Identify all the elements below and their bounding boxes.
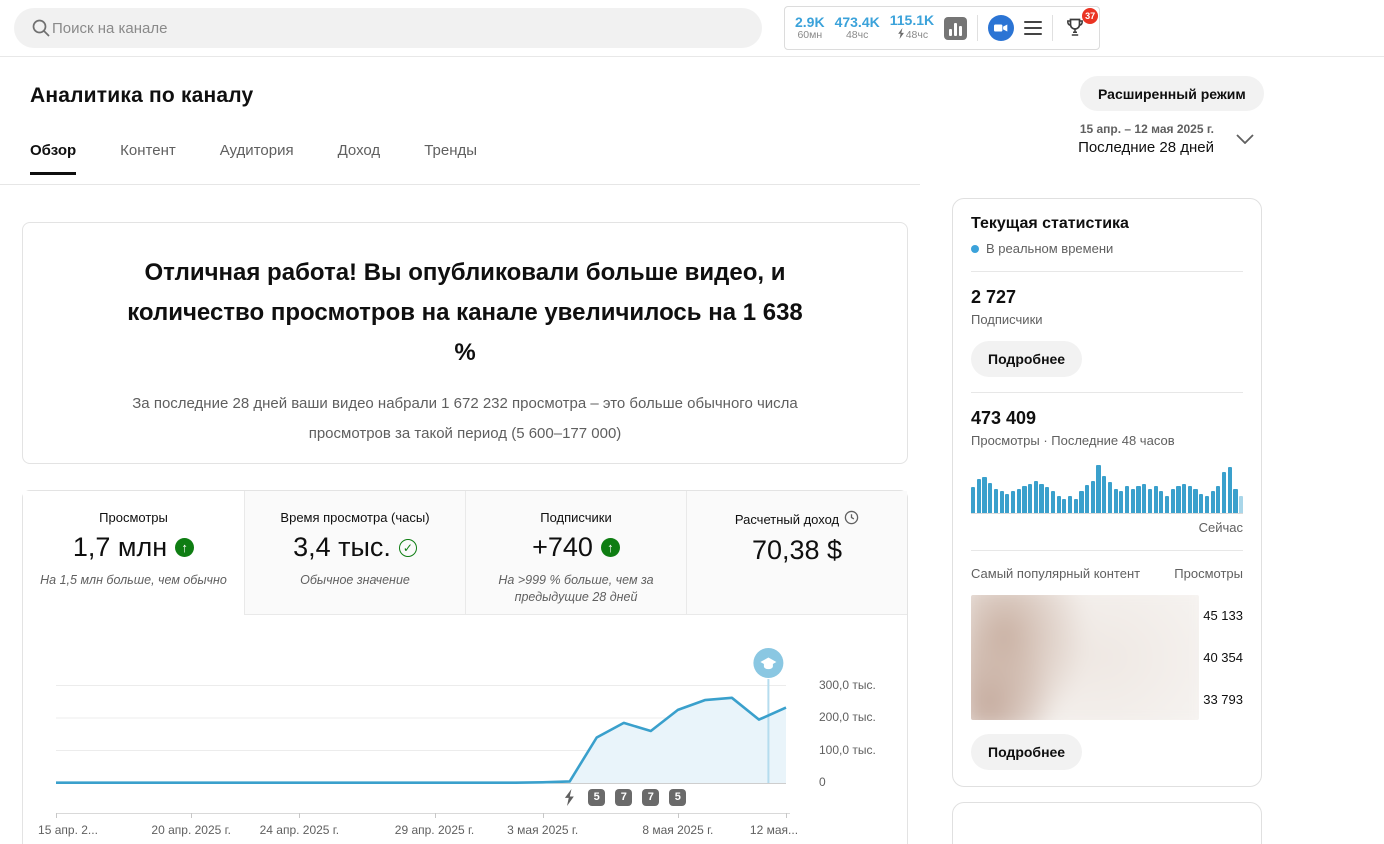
published-videos-badge[interactable]: 7 bbox=[642, 789, 659, 806]
separator bbox=[977, 15, 978, 41]
realtime-label: В реальном времени bbox=[986, 241, 1113, 256]
youtube-studio-analytics-page: 2.9K 60мн 473.4K 48чс 115.1K 48чс bbox=[0, 0, 1384, 844]
top-content-views-header: Просмотры bbox=[1174, 566, 1243, 581]
tab-revenue[interactable]: Доход bbox=[338, 142, 381, 175]
highlight-card: Отличная работа! Вы опубликовали больше … bbox=[22, 222, 908, 464]
line-chart-svg bbox=[56, 633, 790, 795]
vidiq-stat-48h-shorts[interactable]: 115.1K 48чс bbox=[890, 13, 934, 43]
views-line-chart[interactable]: 300,0 тыс.200,0 тыс.100,0 тыс.0 5775 15 … bbox=[23, 615, 907, 844]
separator bbox=[1052, 15, 1053, 41]
shorts-event-icon[interactable] bbox=[561, 789, 578, 806]
hamburger-menu-icon[interactable] bbox=[1024, 21, 1042, 35]
highlight-headline: Отличная работа! Вы опубликовали больше … bbox=[115, 253, 815, 373]
realtime-sidebar: Текущая статистика В реальном времени 2 … bbox=[952, 198, 1262, 844]
divider bbox=[971, 550, 1243, 551]
top-content-views: 33 793 bbox=[1199, 692, 1243, 707]
bar-chart-icon[interactable] bbox=[944, 17, 967, 40]
search-icon bbox=[30, 17, 52, 39]
next-card-partial bbox=[952, 802, 1262, 844]
subscribers-details-button[interactable]: Подробнее bbox=[971, 341, 1082, 377]
tab-audience[interactable]: Аудитория bbox=[220, 142, 294, 175]
metric-tab-revenue[interactable]: Расчетный доход 70,38 $ bbox=[686, 491, 907, 615]
top-content-views: 45 133 bbox=[1199, 608, 1243, 623]
tab-content[interactable]: Контент bbox=[120, 142, 176, 175]
metric-tabs: Просмотры 1,7 млн↑ На 1,5 млн больше, че… bbox=[23, 491, 907, 615]
published-videos-badge[interactable]: 5 bbox=[669, 789, 686, 806]
metric-tab-watch-time[interactable]: Время просмотра (часы) 3,4 тыс.✓ Обычное… bbox=[244, 491, 465, 615]
analytics-chart-card: Просмотры 1,7 млн↑ На 1,5 млн больше, че… bbox=[22, 490, 908, 844]
live-dot-icon bbox=[971, 245, 979, 253]
top-content-header: Самый популярный контент bbox=[971, 566, 1140, 581]
vidiq-stat-48h-views[interactable]: 473.4K 48чс bbox=[835, 15, 880, 42]
vidiq-toolbar: 2.9K 60мн 473.4K 48чс 115.1K 48чс bbox=[784, 6, 1100, 50]
trophy-badge-count: 37 bbox=[1082, 8, 1098, 24]
now-label: Сейчас bbox=[971, 520, 1243, 535]
published-videos-badge[interactable]: 5 bbox=[588, 789, 605, 806]
date-preset-text: Последние 28 дней bbox=[1078, 139, 1214, 156]
clock-icon bbox=[844, 510, 859, 528]
advanced-mode-button[interactable]: Расширенный режим bbox=[1080, 76, 1264, 111]
trophy-icon[interactable]: 37 bbox=[1063, 15, 1089, 41]
top-content-views: 40 354 bbox=[1199, 650, 1243, 665]
views-48h-count: 473 409 bbox=[971, 408, 1243, 429]
vidiq-camera-icon[interactable] bbox=[988, 15, 1014, 41]
tab-overview[interactable]: Обзор bbox=[30, 142, 76, 175]
check-circle-icon: ✓ bbox=[399, 539, 417, 557]
up-arrow-icon: ↑ bbox=[601, 538, 620, 557]
realtime-title: Текущая статистика bbox=[971, 215, 1243, 233]
divider bbox=[971, 271, 1243, 272]
x-axis-line bbox=[56, 813, 790, 814]
vidiq-stat-60min[interactable]: 2.9K 60мн bbox=[795, 15, 825, 42]
metric-tab-views[interactable]: Просмотры 1,7 млн↑ На 1,5 млн больше, че… bbox=[23, 491, 244, 615]
search-input[interactable] bbox=[52, 20, 746, 37]
highlight-subtext: За последние 28 дней ваши видео набрали … bbox=[110, 389, 820, 449]
tab-trends[interactable]: Тренды bbox=[424, 142, 477, 175]
chevron-down-icon bbox=[1236, 134, 1254, 144]
analytics-tabs: Обзор Контент Аудитория Доход Тренды bbox=[30, 142, 477, 175]
published-videos-badge[interactable]: 7 bbox=[615, 789, 632, 806]
divider bbox=[971, 392, 1243, 393]
metric-tab-subscribers[interactable]: Подписчики +740↑ На >999 % больше, чем з… bbox=[465, 491, 686, 615]
page-title: Аналитика по каналу bbox=[30, 84, 253, 108]
date-range-picker[interactable]: 15 апр. – 12 мая 2025 г. Последние 28 дн… bbox=[1078, 122, 1254, 156]
top-content-details-button[interactable]: Подробнее bbox=[971, 734, 1082, 770]
tabs-underline bbox=[0, 184, 920, 185]
shorts-icon bbox=[896, 28, 905, 43]
search-bar[interactable] bbox=[14, 8, 762, 48]
realtime-bar-chart[interactable] bbox=[971, 466, 1243, 514]
date-range-text: 15 апр. – 12 мая 2025 г. bbox=[1078, 122, 1214, 136]
topbar: 2.9K 60мн 473.4K 48чс 115.1K 48чс bbox=[0, 0, 1384, 57]
subscribers-label: Подписчики bbox=[971, 312, 1243, 327]
realtime-card: Текущая статистика В реальном времени 2 … bbox=[952, 198, 1262, 787]
views-48h-label: Просмотры · Последние 48 часов bbox=[971, 433, 1243, 448]
blurred-thumbnails[interactable] bbox=[971, 595, 1199, 720]
subscribers-count: 2 727 bbox=[971, 287, 1243, 308]
up-arrow-icon: ↑ bbox=[175, 538, 194, 557]
